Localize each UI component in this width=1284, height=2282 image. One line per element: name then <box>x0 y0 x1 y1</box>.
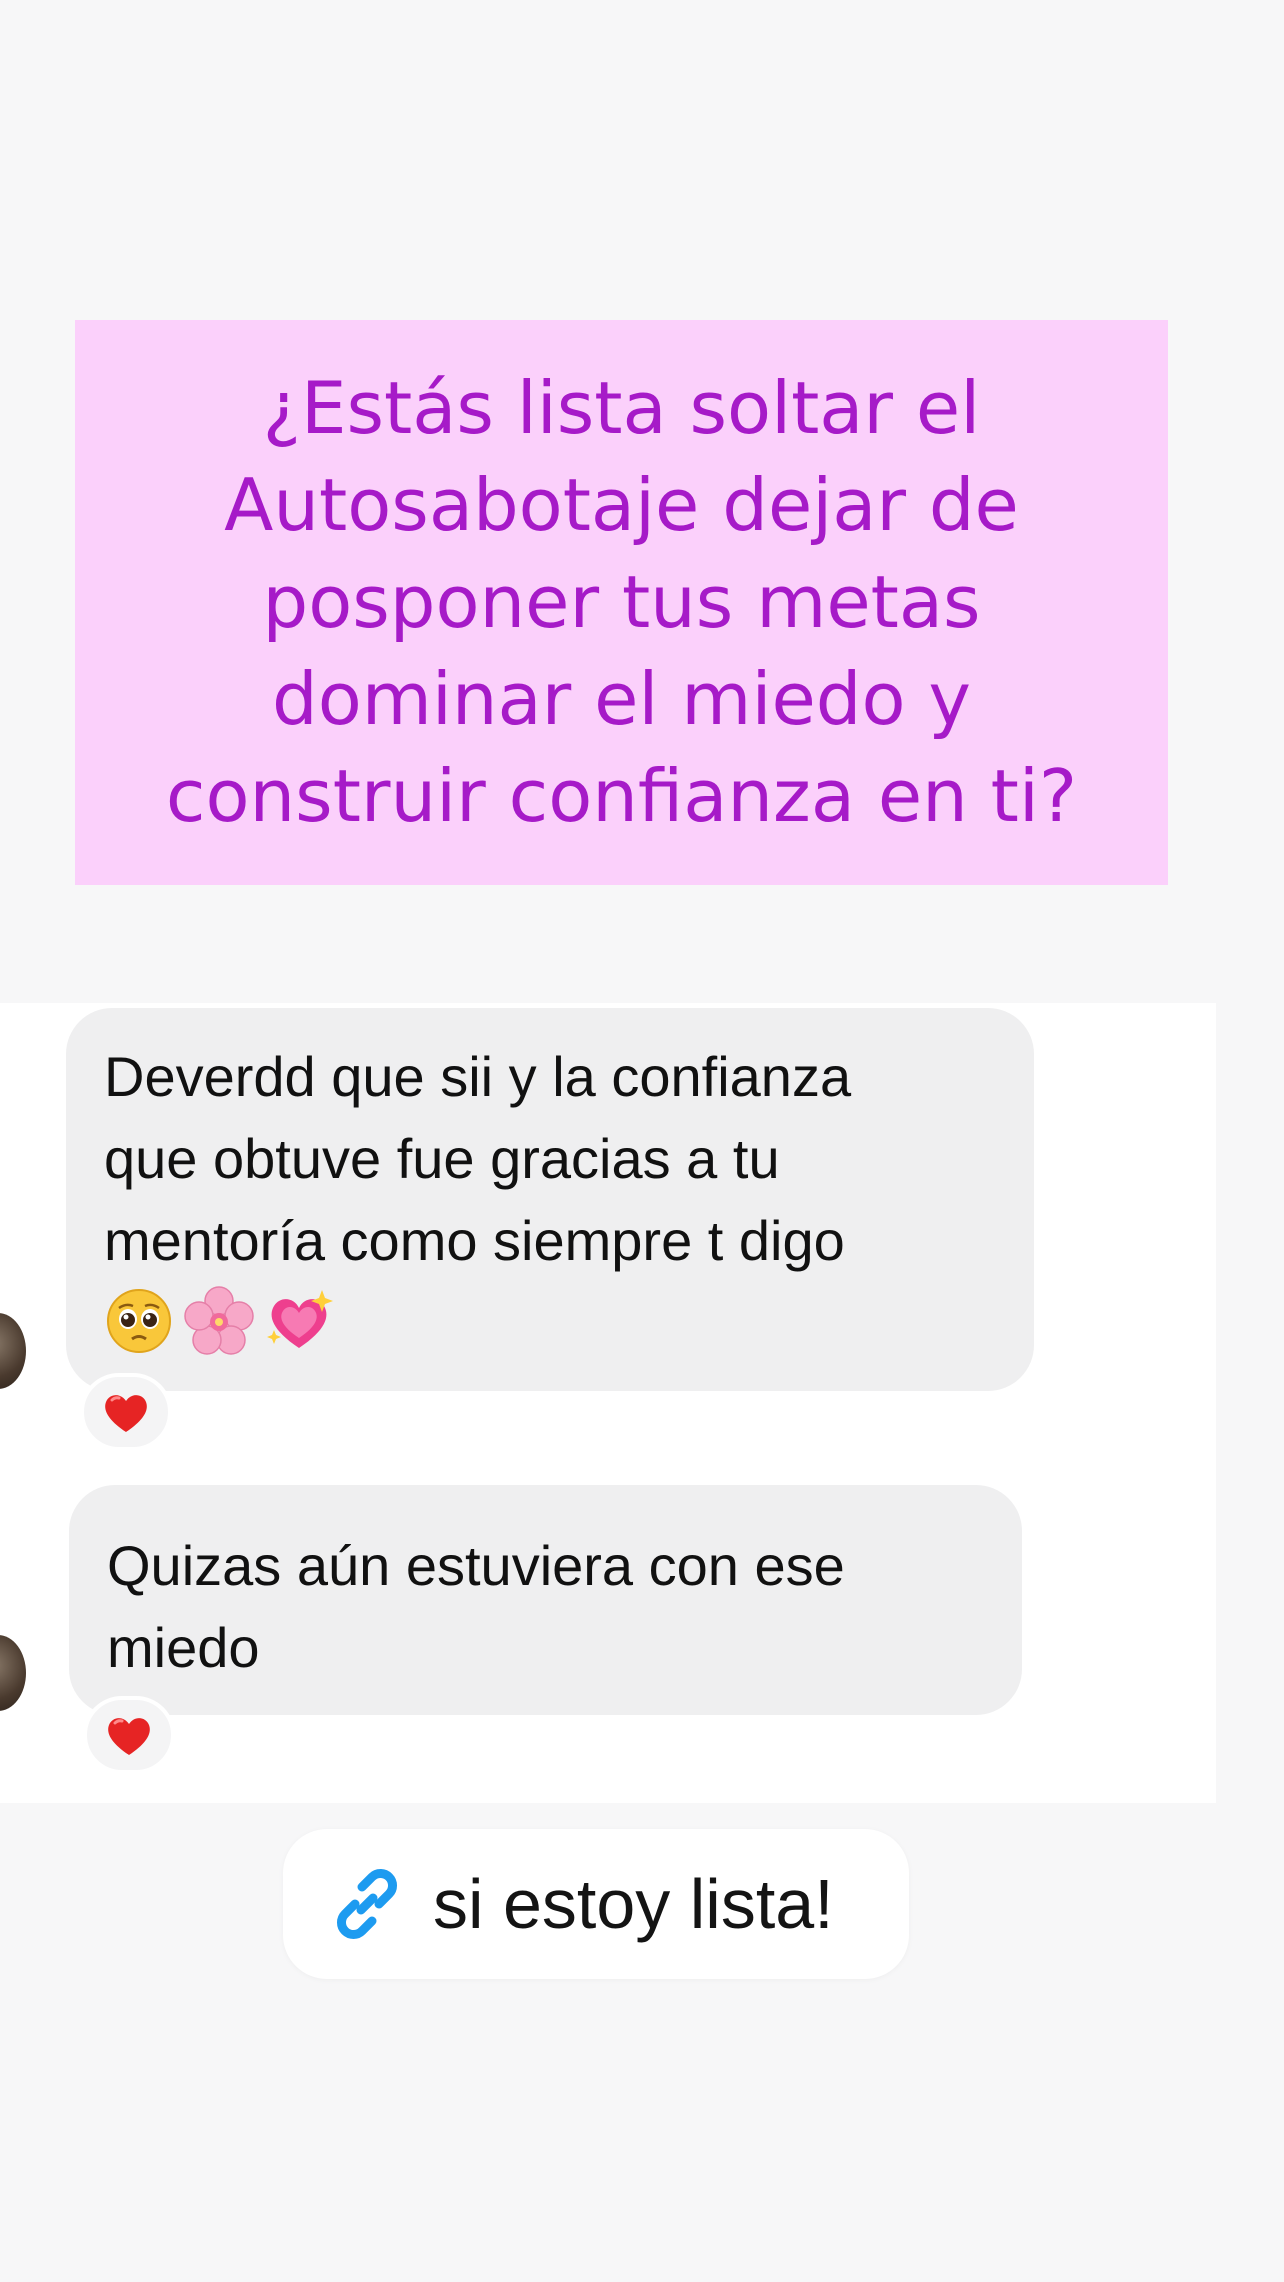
pleading-face-emoji <box>107 1289 171 1353</box>
cherry-blossom-emoji <box>184 1286 254 1355</box>
message-bubble: Quizas aún estuviera con ese miedo <box>69 1485 1022 1715</box>
title-card: ¿Estás lista soltar el Autosabotaje deja… <box>75 320 1168 885</box>
red-heart-icon <box>108 1718 150 1755</box>
chat-screenshot: Deverdd que sii y la confianza que obtuv… <box>0 1003 1216 1803</box>
title-line: construir confianza en ti? <box>165 754 1078 838</box>
message-line: mentoría como siempre t digo <box>104 1209 845 1272</box>
message-line: Deverdd que sii y la confianza <box>104 1045 852 1108</box>
title-line: ¿Estás lista soltar el <box>262 366 981 450</box>
red-heart-icon <box>105 1395 147 1432</box>
link-sticker[interactable]: si estoy lista! <box>283 1829 909 1979</box>
emoji-row <box>104 1286 996 1356</box>
avatar <box>0 1313 26 1389</box>
title-line: dominar el miedo y <box>271 657 971 741</box>
message-line: que obtuve fue gracias a tu <box>104 1127 780 1190</box>
link-sticker-label: si estoy lista! <box>433 1865 834 1943</box>
link-icon <box>337 1869 397 1939</box>
reaction-badge[interactable] <box>83 1696 175 1774</box>
story-page: ¿Estás lista soltar el Autosabotaje deja… <box>0 0 1284 2282</box>
title-line: posponer tus metas <box>262 560 981 644</box>
message-line: Quizas aún estuviera con ese <box>107 1534 845 1597</box>
message-bubble: Deverdd que sii y la confianza que obtuv… <box>66 1008 1034 1391</box>
sparkling-heart-emoji <box>267 1290 333 1348</box>
reaction-badge[interactable] <box>80 1373 172 1451</box>
message-line: miedo <box>107 1616 260 1679</box>
title-text: ¿Estás lista soltar el Autosabotaje deja… <box>166 360 1077 845</box>
title-line: Autosabotaje dejar de <box>224 463 1019 547</box>
avatar <box>0 1635 26 1711</box>
